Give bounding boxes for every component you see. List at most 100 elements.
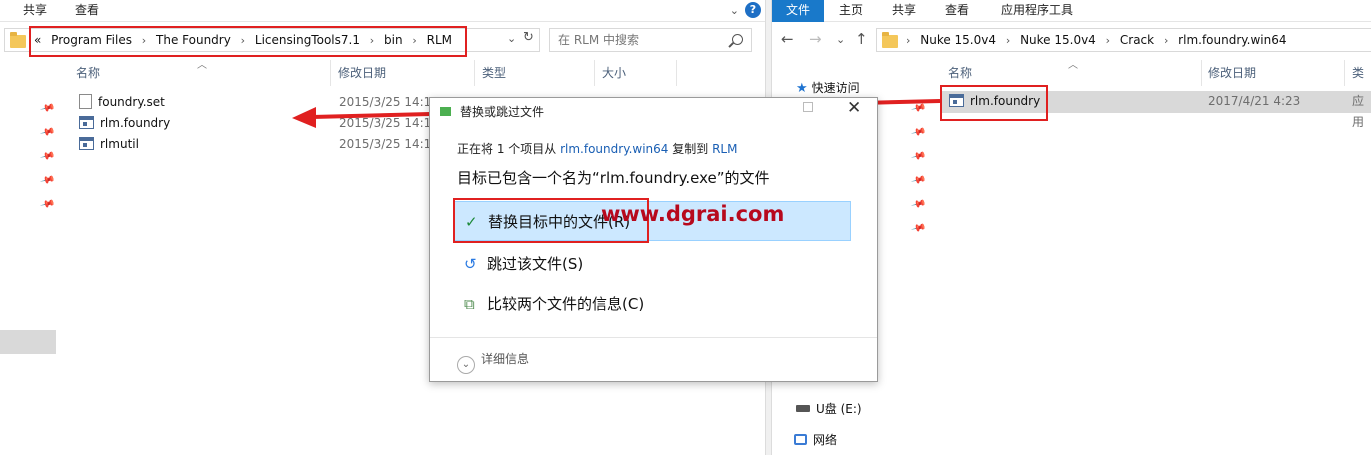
nav-selected-item[interactable] xyxy=(0,330,56,354)
sort-up-icon: ︿ xyxy=(197,60,207,71)
star-icon: ★ xyxy=(796,81,808,96)
nav-network[interactable]: 网络 xyxy=(794,431,837,448)
pin-icon[interactable]: 📌 xyxy=(910,101,926,117)
annotation-file-box xyxy=(940,85,1048,121)
forward-icon[interactable]: → xyxy=(809,30,822,48)
pin-icon[interactable]: 📌 xyxy=(39,173,55,189)
breadcrumb-crack[interactable]: Crack xyxy=(1120,33,1154,47)
copy-status-mid: 复制到 xyxy=(668,142,713,156)
chevron-right-icon: › xyxy=(1105,34,1111,47)
column-divider[interactable] xyxy=(474,60,475,86)
column-divider[interactable] xyxy=(1201,60,1202,86)
tab-file[interactable]: 文件 xyxy=(772,0,825,22)
application-icon xyxy=(79,116,94,129)
tab-view[interactable]: 查看 xyxy=(934,0,980,22)
column-date[interactable]: 修改日期 xyxy=(1208,60,1256,86)
tab-share[interactable]: 共享 xyxy=(881,0,927,22)
pin-icon[interactable]: 📌 xyxy=(910,173,926,189)
chevron-right-icon: › xyxy=(1163,34,1169,47)
compare-option[interactable]: ⧉ 比较两个文件的信息(C) xyxy=(453,284,851,324)
nav-quick-access[interactable]: ★ 快速访问 xyxy=(796,79,860,96)
nav-quick-access-label: 快速访问 xyxy=(811,81,860,95)
watermark: www.dgrai.com xyxy=(601,202,785,226)
skip-option[interactable]: ↺ 跳过该文件(S) xyxy=(453,244,851,284)
file-row[interactable]: rlm.foundry xyxy=(79,113,170,134)
breadcrumb-nuke[interactable]: Nuke 15.0v4 xyxy=(920,33,996,47)
pin-icon[interactable]: 📌 xyxy=(910,197,926,213)
column-type[interactable]: 类型 xyxy=(1352,60,1371,106)
chevron-down-icon[interactable]: ⌄ xyxy=(730,4,739,17)
address-dropdown-icon[interactable]: ⌄ xyxy=(507,32,516,45)
nav-usb-drive[interactable]: U盘 (E:) xyxy=(796,400,862,417)
file-row[interactable]: rlmutil xyxy=(79,134,139,155)
right-ribbon: 文件 主页 共享 查看 应用程序工具 xyxy=(772,0,1371,22)
drive-icon xyxy=(796,405,810,412)
dialog-title: 替换或跳过文件 xyxy=(460,105,545,119)
back-icon[interactable]: ← xyxy=(781,30,794,48)
left-ribbon: 共享 查看 ⌄ ? xyxy=(0,0,765,22)
copy-status-text: 正在将 1 个项目从 rlm.foundry.win64 复制到 RLM xyxy=(457,140,737,157)
document-icon xyxy=(79,94,92,109)
destination-folder-link[interactable]: RLM xyxy=(712,142,737,156)
compare-option-label: 比较两个文件的信息(C) xyxy=(487,295,645,313)
tab-home[interactable]: 主页 xyxy=(828,0,874,22)
column-divider[interactable] xyxy=(594,60,595,86)
file-date: 2015/3/25 14:12 xyxy=(339,95,439,109)
details-label: 详细信息 xyxy=(481,352,530,366)
address-bar[interactable]: › Nuke 15.0v4 › Nuke 15.0v4 › Crack › rl… xyxy=(876,28,1371,52)
conflict-message: 目标已包含一个名为“rlm.foundry.exe”的文件 xyxy=(457,169,770,187)
file-date: 2017/4/21 4:23 xyxy=(1208,94,1301,108)
tab-share[interactable]: 共享 xyxy=(12,0,58,22)
nav-drive-label: U盘 (E:) xyxy=(816,402,862,416)
recent-dropdown-icon[interactable]: ⌄ xyxy=(836,33,845,46)
pin-icon[interactable]: 📌 xyxy=(39,149,55,165)
chevron-right-icon: › xyxy=(1005,34,1011,47)
breadcrumb-rlm-win64[interactable]: rlm.foundry.win64 xyxy=(1178,33,1286,47)
folder-icon xyxy=(10,32,26,48)
chevron-down-icon: ⌄ xyxy=(457,356,475,374)
pin-icon[interactable]: 📌 xyxy=(39,125,55,141)
chevron-right-icon: › xyxy=(906,34,911,47)
sort-up-icon: ︿ xyxy=(1068,60,1078,71)
search-placeholder: 在 RLM 中搜索 xyxy=(558,33,640,47)
pin-icon[interactable]: 📌 xyxy=(910,125,926,141)
search-icon xyxy=(732,34,743,45)
close-icon[interactable]: ✕ xyxy=(847,98,861,118)
copy-status-prefix: 正在将 1 个项目从 xyxy=(457,142,561,156)
file-row[interactable]: foundry.set xyxy=(79,92,165,113)
column-divider[interactable] xyxy=(330,60,331,86)
search-input[interactable]: 在 RLM 中搜索 xyxy=(549,28,752,52)
pin-icon[interactable]: 📌 xyxy=(910,149,926,165)
breadcrumb-nuke-sub[interactable]: Nuke 15.0v4 xyxy=(1020,33,1096,47)
file-name: foundry.set xyxy=(98,95,165,109)
application-icon xyxy=(79,137,94,150)
details-toggle[interactable]: ⌄ 详细信息 xyxy=(457,350,529,374)
column-date[interactable]: 修改日期 xyxy=(338,60,386,86)
maximize-icon[interactable] xyxy=(803,102,813,112)
help-icon[interactable]: ? xyxy=(745,2,761,18)
column-size[interactable]: 大小 xyxy=(602,60,626,86)
skip-option-label: 跳过该文件(S) xyxy=(487,255,584,273)
network-icon xyxy=(794,434,807,445)
tab-app-tools[interactable]: 应用程序工具 xyxy=(990,0,1084,22)
column-type[interactable]: 类型 xyxy=(482,60,506,86)
annotation-address-box xyxy=(29,26,467,57)
file-date: 2015/3/25 14:12 xyxy=(339,137,439,151)
compare-icon: ⧉ xyxy=(464,295,475,313)
column-divider[interactable] xyxy=(1344,60,1345,86)
tab-view[interactable]: 查看 xyxy=(64,0,110,22)
file-name: rlmutil xyxy=(100,137,139,151)
refresh-icon[interactable]: ↻ xyxy=(523,30,534,45)
column-name[interactable]: 名称 xyxy=(948,60,972,86)
pin-icon[interactable]: 📌 xyxy=(910,221,926,237)
up-icon[interactable]: ↑ xyxy=(855,30,868,48)
breadcrumb: › Nuke 15.0v4 › Nuke 15.0v4 › Crack › rl… xyxy=(903,29,1290,51)
column-name[interactable]: 名称 xyxy=(76,60,100,86)
nav-network-label: 网络 xyxy=(813,433,838,447)
column-divider[interactable] xyxy=(676,60,677,86)
file-date: 2015/3/25 14:12 xyxy=(339,116,439,130)
pin-icon[interactable]: 📌 xyxy=(39,101,55,117)
copy-icon xyxy=(440,107,451,116)
pin-icon[interactable]: 📌 xyxy=(39,197,55,213)
source-folder-link[interactable]: rlm.foundry.win64 xyxy=(560,142,668,156)
